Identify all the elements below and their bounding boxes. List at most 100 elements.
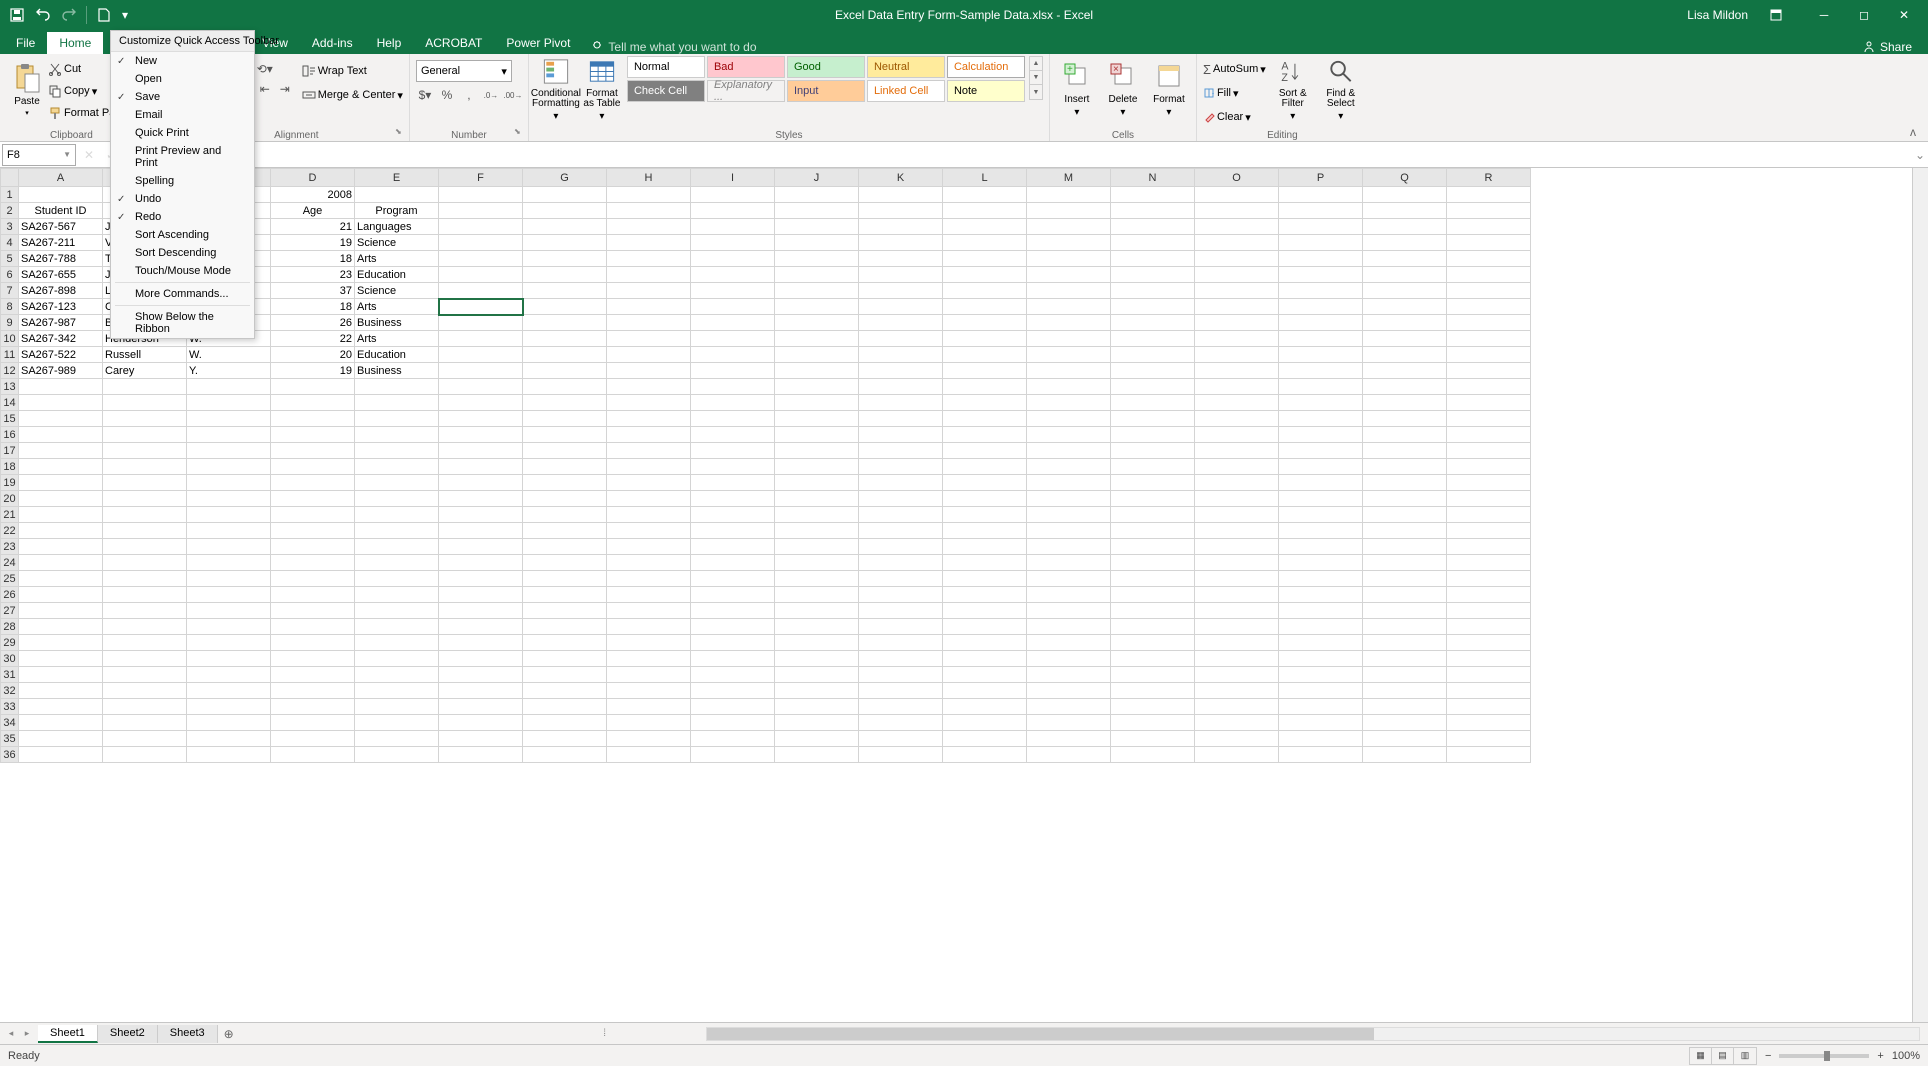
style-note[interactable]: Note xyxy=(947,80,1025,102)
cell[interactable]: SA267-522 xyxy=(19,347,103,363)
cell[interactable] xyxy=(439,523,523,539)
cell[interactable] xyxy=(607,635,691,651)
row-header[interactable]: 17 xyxy=(1,443,19,459)
cell[interactable] xyxy=(1279,395,1363,411)
cell[interactable] xyxy=(103,379,187,395)
cell[interactable] xyxy=(1111,539,1195,555)
cell[interactable] xyxy=(943,251,1027,267)
cell[interactable] xyxy=(523,411,607,427)
cell[interactable] xyxy=(439,251,523,267)
cell[interactable] xyxy=(1111,411,1195,427)
cell[interactable] xyxy=(1279,587,1363,603)
cell[interactable] xyxy=(607,235,691,251)
cell[interactable] xyxy=(607,395,691,411)
cell[interactable] xyxy=(523,379,607,395)
cell[interactable]: 21 xyxy=(271,219,355,235)
cell[interactable] xyxy=(1195,219,1279,235)
cell[interactable] xyxy=(1027,459,1111,475)
cell[interactable] xyxy=(943,411,1027,427)
cell[interactable] xyxy=(523,443,607,459)
cell[interactable] xyxy=(775,603,859,619)
ribbon-tab-power-pivot[interactable]: Power Pivot xyxy=(494,32,582,54)
cell[interactable] xyxy=(187,427,271,443)
cell[interactable] xyxy=(19,699,103,715)
cell[interactable] xyxy=(1027,731,1111,747)
cell[interactable] xyxy=(1111,747,1195,763)
cell[interactable] xyxy=(859,667,943,683)
cell[interactable] xyxy=(19,635,103,651)
alignment-launcher-icon[interactable]: ⬊ xyxy=(395,127,407,139)
cell[interactable] xyxy=(523,731,607,747)
cell[interactable] xyxy=(1447,379,1531,395)
sheet-tab[interactable]: Sheet2 xyxy=(98,1025,158,1043)
cell[interactable] xyxy=(943,427,1027,443)
cell[interactable] xyxy=(271,747,355,763)
cell[interactable] xyxy=(187,603,271,619)
cell[interactable] xyxy=(1195,475,1279,491)
cell[interactable] xyxy=(607,571,691,587)
qat-menu-item-redo[interactable]: ✓Redo xyxy=(111,208,254,226)
cell[interactable] xyxy=(607,315,691,331)
cell[interactable] xyxy=(1279,507,1363,523)
maximize-icon[interactable]: ◻ xyxy=(1844,0,1884,30)
format-button[interactable]: Format ▾ xyxy=(1148,56,1190,122)
cell[interactable] xyxy=(187,411,271,427)
cell[interactable] xyxy=(1279,651,1363,667)
cell[interactable] xyxy=(607,187,691,203)
cell[interactable] xyxy=(1363,235,1447,251)
style-linked-cell[interactable]: Linked Cell xyxy=(867,80,945,102)
cell[interactable] xyxy=(19,379,103,395)
cell[interactable] xyxy=(1027,523,1111,539)
cell[interactable] xyxy=(775,379,859,395)
cell[interactable] xyxy=(691,507,775,523)
cell[interactable] xyxy=(1363,187,1447,203)
cell[interactable] xyxy=(103,635,187,651)
cell[interactable] xyxy=(1279,635,1363,651)
row-header[interactable]: 11 xyxy=(1,347,19,363)
cell[interactable] xyxy=(187,539,271,555)
cell[interactable] xyxy=(1447,699,1531,715)
cell[interactable] xyxy=(439,203,523,219)
cell[interactable] xyxy=(187,459,271,475)
cell[interactable] xyxy=(355,459,439,475)
cell[interactable] xyxy=(1027,299,1111,315)
zoom-in-icon[interactable]: + xyxy=(1877,1050,1883,1062)
ribbon-tab-add-ins[interactable]: Add-ins xyxy=(300,32,365,54)
cell[interactable] xyxy=(1447,635,1531,651)
cell[interactable] xyxy=(1447,603,1531,619)
cell[interactable] xyxy=(1363,635,1447,651)
cell[interactable] xyxy=(1447,331,1531,347)
cell[interactable] xyxy=(439,379,523,395)
cell[interactable] xyxy=(1027,635,1111,651)
row-header[interactable]: 14 xyxy=(1,395,19,411)
cell[interactable] xyxy=(439,715,523,731)
gallery-down-icon[interactable]: ▼ xyxy=(1030,71,1042,85)
cell[interactable] xyxy=(943,379,1027,395)
cell[interactable] xyxy=(439,635,523,651)
cell[interactable] xyxy=(691,459,775,475)
qat-menu-item-spelling[interactable]: Spelling xyxy=(111,172,254,190)
cell[interactable] xyxy=(1447,683,1531,699)
cell[interactable] xyxy=(691,427,775,443)
cell[interactable] xyxy=(103,731,187,747)
user-name[interactable]: Lisa Mildon xyxy=(1687,8,1748,22)
cell[interactable] xyxy=(1195,619,1279,635)
cell[interactable] xyxy=(103,491,187,507)
cell[interactable] xyxy=(859,315,943,331)
cell[interactable] xyxy=(1111,187,1195,203)
cell[interactable] xyxy=(1195,443,1279,459)
cell[interactable] xyxy=(691,395,775,411)
cell[interactable] xyxy=(1447,267,1531,283)
cell[interactable] xyxy=(859,507,943,523)
cell[interactable] xyxy=(1195,507,1279,523)
cell[interactable] xyxy=(943,187,1027,203)
conditional-formatting-button[interactable]: Conditional Formatting ▾ xyxy=(535,56,577,122)
cell[interactable] xyxy=(859,475,943,491)
cell[interactable] xyxy=(943,507,1027,523)
cell[interactable] xyxy=(1279,427,1363,443)
cell[interactable] xyxy=(859,699,943,715)
cell[interactable] xyxy=(1279,251,1363,267)
cell[interactable] xyxy=(1195,363,1279,379)
cell[interactable] xyxy=(1447,715,1531,731)
cell[interactable] xyxy=(271,491,355,507)
